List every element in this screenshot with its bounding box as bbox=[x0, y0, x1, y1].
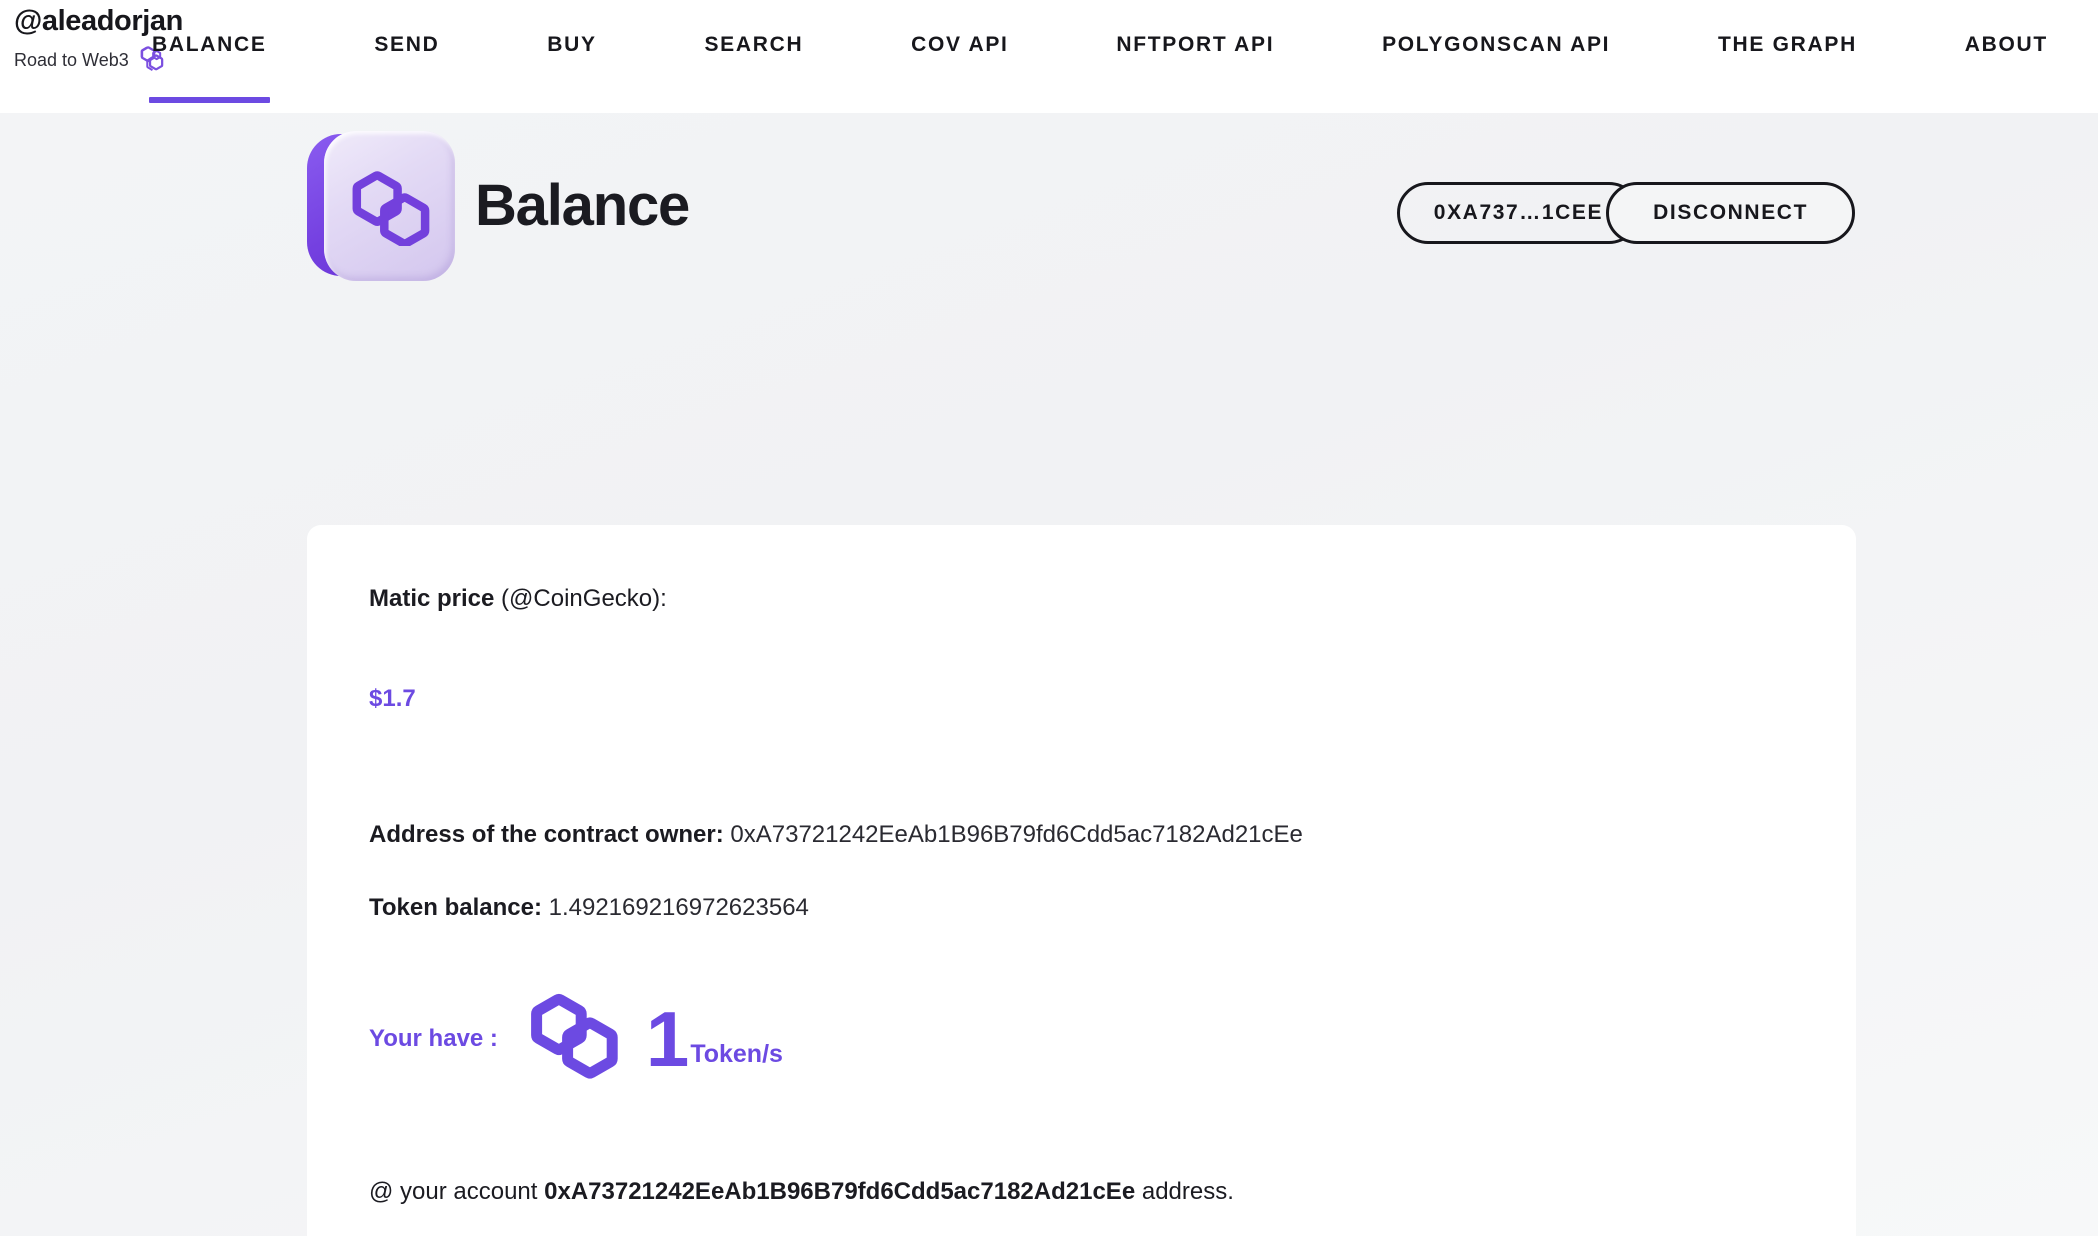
nav-item-the-graph[interactable]: THE GRAPH bbox=[1716, 33, 1859, 57]
footnote-suffix: address. bbox=[1135, 1178, 1234, 1205]
nav-links: BALANCE SEND BUY SEARCH COV API NFTPORT … bbox=[149, 0, 2078, 113]
wallet-controls: 0XA737…1CEE DISCONNECT bbox=[1396, 182, 1855, 244]
nav-item-about[interactable]: ABOUT bbox=[1963, 33, 2050, 57]
token-balance-value: 1.492169216972623564 bbox=[548, 894, 809, 921]
contract-owner-label: Address of the contract owner: bbox=[369, 821, 724, 848]
token-count: 1 bbox=[645, 994, 689, 1083]
contract-owner-row: Address of the contract owner: 0xA737212… bbox=[369, 821, 1794, 849]
disconnect-button[interactable]: DISCONNECT bbox=[1606, 182, 1855, 244]
nav-item-send[interactable]: SEND bbox=[372, 33, 441, 57]
balance-card: Matic price (@CoinGecko): $1.7 Address o… bbox=[307, 525, 1856, 1236]
token-unit-label: Token/s bbox=[690, 1040, 783, 1069]
brand-tagline: Road to Web3 bbox=[14, 50, 129, 71]
token-balance-row: Token balance: 1.492169216972623564 bbox=[369, 894, 1794, 922]
page-title-group: Balance bbox=[307, 131, 690, 283]
footnote-prefix: @ your account bbox=[369, 1178, 545, 1205]
token-balance-label: Token balance: bbox=[369, 894, 542, 921]
token-holdings-label: Your have : bbox=[369, 1025, 498, 1052]
icon-front-face bbox=[324, 131, 455, 281]
wallet-address-button[interactable]: 0XA737…1CEE bbox=[1396, 182, 1641, 244]
token-holdings-row: Your have : 1 Token/s bbox=[369, 984, 1794, 1094]
contract-owner-value: 0xA73721242EeAb1B96B79fd6Cdd5ac7182Ad21c… bbox=[730, 821, 1303, 848]
nav-item-balance[interactable]: BALANCE bbox=[149, 33, 270, 103]
nav-item-nftport-api[interactable]: NFTPORT API bbox=[1114, 33, 1276, 57]
footnote-address: 0xA73721242EeAb1B96B79fd6Cdd5ac7182Ad21c… bbox=[544, 1178, 1136, 1205]
matic-price-label-source: (@CoinGecko): bbox=[494, 585, 667, 612]
nav-item-search[interactable]: SEARCH bbox=[702, 33, 805, 57]
nav-item-buy[interactable]: BUY bbox=[545, 33, 598, 57]
polygon-3d-icon bbox=[307, 131, 455, 283]
account-footnote: @ your account 0xA73721242EeAb1B96B79fd6… bbox=[369, 1178, 1794, 1206]
polygon-logo-icon bbox=[526, 991, 626, 1086]
page-content: Balance 0XA737…1CEE DISCONNECT Matic pri… bbox=[0, 113, 2098, 1236]
top-navigation-bar: @aleadorjan Road to Web3 BALANCE SEND BU… bbox=[0, 0, 2098, 113]
page-title: Balance bbox=[475, 173, 690, 238]
token-holdings-amount: 1 Token/s bbox=[645, 994, 783, 1083]
page-header: Balance 0XA737…1CEE DISCONNECT bbox=[307, 131, 1855, 311]
nav-item-cov-api[interactable]: COV API bbox=[909, 33, 1010, 57]
nav-item-polygonscan-api[interactable]: POLYGONSCAN API bbox=[1380, 33, 1612, 57]
matic-price-value: $1.7 bbox=[369, 685, 416, 712]
matic-price-label: Matic price (@CoinGecko): bbox=[369, 585, 1794, 613]
matic-price-label-bold: Matic price bbox=[369, 585, 495, 612]
